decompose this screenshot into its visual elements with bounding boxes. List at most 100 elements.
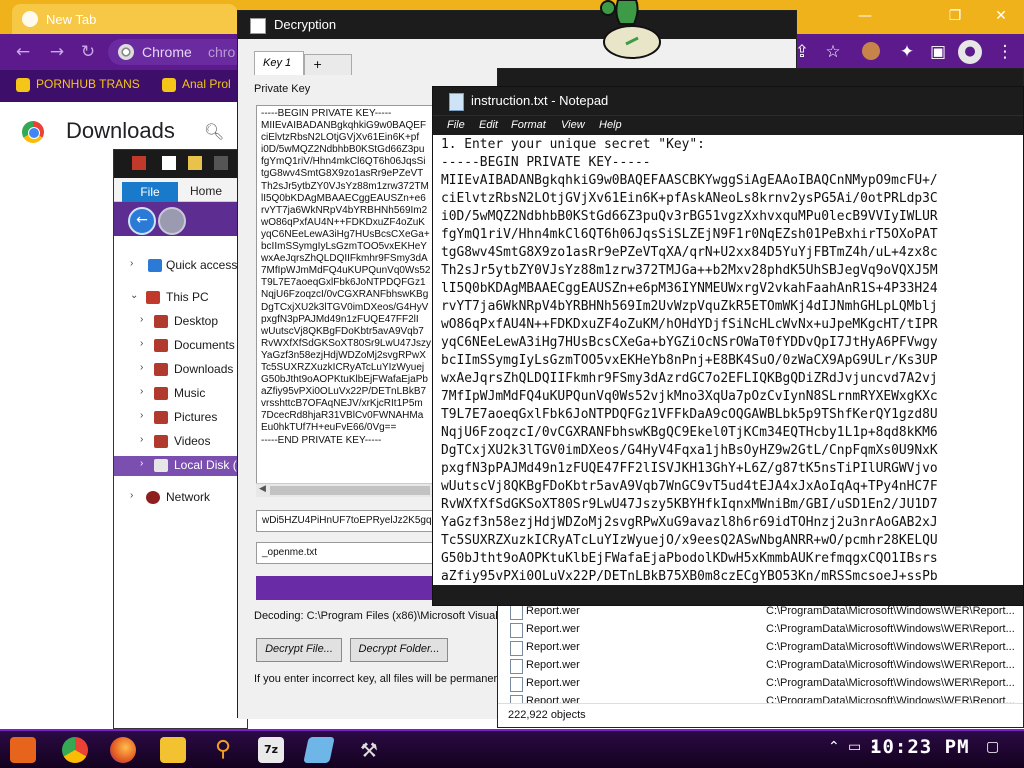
forward-icon[interactable] [158,207,186,235]
notification-icon[interactable]: ▢ [986,739,999,755]
chevron-up-icon[interactable]: ⌃ [828,739,840,755]
close-icon[interactable]: ✕ [991,6,1011,26]
file-icon [510,623,523,638]
notepad-text-area[interactable]: 1. Enter your unique secret "Key": -----… [441,136,1016,588]
tree-item-music[interactable]: › Music [114,384,247,404]
tree-item-quick-access[interactable]: › Quick access [114,256,247,276]
list-item[interactable]: Report.wer C:\ProgramData\Microsoft\Wind… [498,639,1023,657]
file-explorer-icon[interactable] [160,737,186,763]
list-item[interactable]: Report.wer C:\ProgramData\Microsoft\Wind… [498,693,1023,703]
app-icon [250,18,266,34]
notepad-window: instruction.txt - Notepad File Edit Form… [432,86,1024,606]
bookmark-icon [16,77,30,92]
star-icon [148,259,162,272]
file-icon [510,605,523,620]
tab-add-key[interactable]: + [304,54,352,75]
list-item[interactable]: Report.wer C:\ProgramData\Microsoft\Wind… [498,657,1023,675]
taskbar-clock[interactable]: 10:23 PM [870,736,970,758]
chrome-tab-new-tab[interactable]: New Tab [12,4,237,34]
star-icon[interactable]: ☆ [822,41,844,63]
network-icon [146,491,160,504]
bookmark-item[interactable]: Anal Prol [162,77,231,95]
profile-avatar-icon[interactable] [862,42,880,60]
restore-icon[interactable]: ❐ [945,6,965,26]
decrypt-file-button[interactable]: Decrypt File... [256,638,342,662]
sidepanel-icon[interactable]: ▣ [927,41,949,63]
menu-view[interactable]: View [561,119,585,131]
tree-item-downloads[interactable]: › Downloads [114,360,247,380]
file-explorer-window: File Home ← › Quick access ⌄ This PC › D… [113,149,248,729]
app-icon[interactable] [303,737,335,763]
explorer-nav-bar: ← [114,202,247,236]
tree-item-local-disk[interactable]: › Local Disk ( [114,456,247,476]
back-icon[interactable]: ← [128,207,156,235]
start-icon[interactable] [10,737,36,763]
file-list: Report.wer C:\ProgramData\Microsoft\Wind… [498,603,1023,703]
tree-item-videos[interactable]: › Videos [114,432,247,452]
decrypt-folder-button[interactable]: Decrypt Folder... [350,638,448,662]
chrome-tab-icon [22,11,38,27]
quick-access-icon[interactable] [132,156,146,170]
omnibox-label: Chrome [142,44,192,60]
file-icon [510,695,523,703]
tab-key-1[interactable]: Key 1 [254,51,304,75]
extensions-icon[interactable]: ✦ [896,41,918,63]
reload-icon[interactable]: ↻ [77,41,99,63]
new-folder-icon[interactable] [188,156,202,170]
ribbon-tab-file[interactable]: File [122,182,178,202]
file-icon [510,641,523,656]
tools-icon[interactable]: ⚒ [356,737,382,763]
properties-icon[interactable] [162,156,176,170]
tree-item-this-pc[interactable]: ⌄ This PC [114,288,247,308]
explorer-titlebar [114,150,247,178]
bookmark-icon [162,77,176,92]
minimize-icon[interactable]: — [855,6,875,26]
computer-icon [146,291,160,304]
menu-help[interactable]: Help [599,119,622,131]
search-icon[interactable]: 🔍︎ [204,122,224,141]
notepad-bottom-frame [433,585,1023,605]
notepad-menu-bar: File Edit Format View Help [433,115,1023,135]
menu-icon[interactable]: ⋮ [994,41,1016,63]
list-item[interactable]: Report.wer C:\ProgramData\Microsoft\Wind… [498,675,1023,693]
back-icon[interactable]: ← [12,41,34,63]
chrome-logo-icon [22,121,44,143]
forward-icon[interactable]: → [46,41,68,63]
scrollbar-thumb[interactable] [270,486,430,495]
drive-icon [154,459,168,472]
tree-item-network[interactable]: › Network [114,488,247,508]
folder-icon [154,387,168,400]
tree-item-desktop[interactable]: › Desktop [114,312,247,332]
7zip-icon[interactable]: 7z [258,737,284,763]
ribbon-tab-home[interactable]: Home [190,184,222,198]
file-icon [510,677,523,692]
file-icon [510,659,523,674]
folder-icon [154,435,168,448]
network-icon[interactable]: ▭ [848,739,861,755]
chrome-tab-title: New Tab [46,12,97,27]
list-item[interactable]: Report.wer C:\ProgramData\Microsoft\Wind… [498,621,1023,639]
notepad-title: instruction.txt - Notepad [471,93,609,108]
search-icon[interactable]: ⚲ [210,737,236,763]
menu-format[interactable]: Format [511,119,546,131]
folder-icon [154,411,168,424]
notepad-content: 1. Enter your unique secret "Key": -----… [441,137,938,584]
status-bar-count: 222,922 objects [498,703,1023,727]
tree-item-documents[interactable]: › Documents [114,336,247,356]
dropdown-icon[interactable] [214,156,228,170]
chrome-icon[interactable] [62,737,88,763]
profile-icon[interactable]: ● [958,40,982,64]
firefox-icon[interactable] [110,737,136,763]
menu-file[interactable]: File [447,119,465,131]
menu-edit[interactable]: Edit [479,119,498,131]
decoding-status: Decoding: C:\Program Files (x86)\Microso… [254,610,509,622]
bookmark-item[interactable]: PORNHUB TRANS [16,77,140,95]
tree-item-pictures[interactable]: › Pictures [114,408,247,428]
omnibox[interactable]: Chrome chro [108,39,248,65]
folder-icon [154,315,168,328]
cartoon-sticker-icon [600,0,661,59]
scroll-left-icon[interactable]: ◀ [259,484,266,494]
private-key-label: Private Key [254,83,311,95]
folder-icon [154,363,168,376]
folder-icon [154,339,168,352]
